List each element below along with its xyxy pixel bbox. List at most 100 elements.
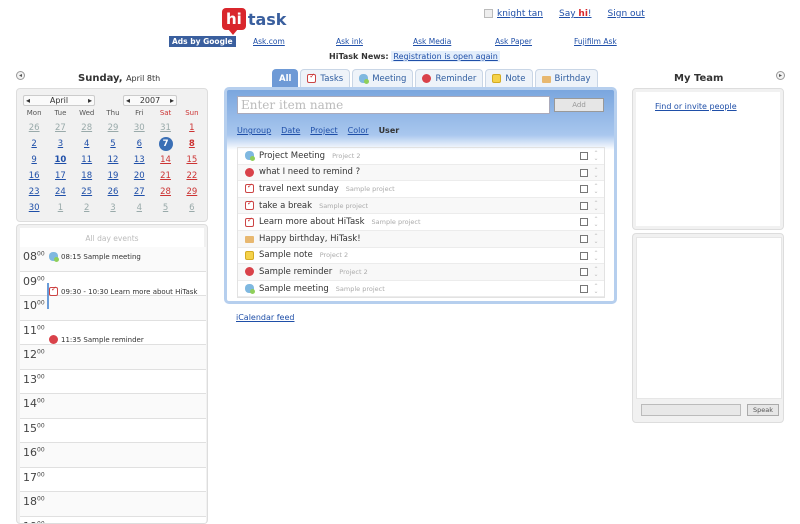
calendar-day[interactable]: 26 [21,121,47,135]
task-row[interactable]: take a break Sample project ⌃ ⌄ [238,197,604,215]
tab-note[interactable]: Note [485,69,533,87]
calendar-day[interactable]: 22 [179,169,205,183]
calendar-day[interactable]: 30 [126,121,152,135]
sort-project[interactable]: Project [310,126,337,135]
calendar-day[interactable]: 25 [74,185,100,199]
ad-link[interactable]: Ask Media [413,37,451,46]
calendar-day[interactable]: 3 [47,137,73,151]
calendar-day[interactable]: 10 [47,153,73,167]
hour-slot[interactable]: 1700 [20,467,206,492]
drag-handle-icon[interactable]: ⌃ ⌄ [593,167,599,178]
calendar-day[interactable]: 17 [47,169,73,183]
hour-slot[interactable]: 1200 [20,345,206,370]
drag-handle-icon[interactable]: ⌃ ⌄ [593,217,599,228]
calendar-day[interactable]: 6 [126,137,152,151]
calendar-day[interactable]: 5 [152,201,178,215]
calendar-day[interactable]: 26 [100,185,126,199]
event-sample-reminder[interactable]: 11:35 Sample reminder [49,335,144,344]
sort-color[interactable]: Color [348,126,369,135]
ad-link[interactable]: Ask ink [336,37,363,46]
task-row[interactable]: travel next sunday Sample project ⌃ ⌄ [238,181,604,198]
drag-handle-icon[interactable]: ⌃ ⌄ [593,267,599,278]
task-row[interactable]: Learn more about HiTask Sample project ⌃ ⌄ [238,214,604,231]
calendar-day[interactable]: 29 [100,121,126,135]
task-complete-checkbox[interactable] [580,185,588,194]
task-row[interactable]: Sample note Project 2 ⌃ ⌄ [238,248,604,265]
hour-slot[interactable]: 1800 [20,492,206,517]
event-sample-meeting[interactable]: 08:15 Sample meeting [49,252,141,262]
calendar-day[interactable]: 27 [126,185,152,199]
calendar-day[interactable]: 16 [21,169,47,183]
month-select[interactable]: ◂ April ▸ [23,95,95,106]
calendar-day[interactable]: 3 [100,201,126,215]
tab-reminder[interactable]: Reminder [415,69,484,87]
task-complete-checkbox[interactable] [580,284,588,293]
drag-handle-icon[interactable]: ⌃ ⌄ [593,151,599,162]
calendar-day[interactable]: 27 [47,121,73,135]
year-select[interactable]: ◂ 2007 ▸ [123,95,177,106]
tab-birthday[interactable]: Birthday [534,69,598,87]
tab-tasks[interactable]: Tasks [300,69,351,87]
calendar-day[interactable]: 8 [179,137,205,151]
sort-ungroup[interactable]: Ungroup [237,126,271,135]
hour-slot[interactable]: 1600 [20,443,206,468]
calendar-day[interactable]: 23 [21,185,47,199]
item-name-input[interactable]: Enter item name [237,96,550,114]
tab-all[interactable]: All [272,69,299,87]
calendar-day[interactable]: 30 [21,201,47,215]
task-complete-checkbox[interactable] [580,268,588,277]
drag-handle-icon[interactable]: ⌃ ⌄ [593,250,599,261]
drag-handle-icon[interactable]: ⌃ ⌄ [593,233,599,244]
calendar-day[interactable]: 28 [74,121,100,135]
next-month-icon[interactable]: ▸ [88,96,94,105]
task-row[interactable]: Sample meeting Sample project ⌃ ⌄ [238,281,604,298]
calendar-day[interactable]: 5 [100,137,126,151]
sign-out-link[interactable]: Sign out [608,9,645,19]
calendar-day[interactable]: 4 [126,201,152,215]
sort-date[interactable]: Date [281,126,300,135]
ical-feed-link[interactable]: iCalendar feed [236,313,294,322]
calendar-day[interactable]: 6 [179,201,205,215]
task-complete-checkbox[interactable] [580,201,588,210]
prev-year-icon[interactable]: ◂ [124,96,130,105]
calendar-day[interactable]: 1 [47,201,73,215]
task-complete-checkbox[interactable] [580,152,588,160]
hour-slot[interactable]: 1400 [20,394,206,419]
task-row[interactable]: what I need to remind ? ⌃ ⌄ [238,164,604,182]
task-complete-checkbox[interactable] [580,234,588,243]
prev-month-icon[interactable]: ◂ [24,96,30,105]
calendar-day[interactable]: 19 [100,169,126,183]
ad-link[interactable]: Ask Paper [495,37,532,46]
event-learn-hitask[interactable]: 09:30 - 10:30 Learn more about HiTask [49,285,197,296]
hitask-logo[interactable]: hi task [222,6,286,35]
hour-slot[interactable]: 1900 [20,516,206,523]
task-row[interactable]: Project Meeting Project 2 ⌃ ⌄ [238,148,604,165]
calendar-day[interactable]: 29 [179,185,205,199]
calendar-day[interactable]: 28 [152,185,178,199]
calendar-day[interactable]: 9 [21,153,47,167]
calendar-day[interactable]: 24 [47,185,73,199]
add-button[interactable]: Add [554,98,604,112]
calendar-day[interactable]: 2 [21,137,47,151]
speak-button[interactable]: Speak [747,404,779,416]
ads-label[interactable]: Ads by Google [169,36,236,47]
ad-link[interactable]: Fujifilm Ask [574,37,617,46]
calendar-day[interactable]: 1 [179,121,205,135]
prev-day-icon[interactable]: ◂ [16,71,25,80]
find-invite-link[interactable]: Find or invite people [655,102,737,111]
next-year-icon[interactable]: ▸ [170,96,176,105]
calendar-day[interactable]: 7 [152,137,178,151]
task-complete-checkbox[interactable] [580,218,588,227]
hour-slot[interactable]: 1500 [20,418,206,443]
sort-user[interactable]: User [379,126,400,135]
calendar-day[interactable]: 18 [74,169,100,183]
calendar-day[interactable]: 11 [74,153,100,167]
calendar-day[interactable]: 14 [152,153,178,167]
drag-handle-icon[interactable]: ⌃ ⌄ [593,184,599,195]
calendar-day[interactable]: 2 [74,201,100,215]
calendar-day[interactable]: 4 [74,137,100,151]
calendar-day[interactable]: 20 [126,169,152,183]
ad-link[interactable]: Ask.com [253,37,285,46]
task-row[interactable]: Sample reminder Project 2 ⌃ ⌄ [238,264,604,281]
tab-meeting[interactable]: Meeting [352,69,414,87]
